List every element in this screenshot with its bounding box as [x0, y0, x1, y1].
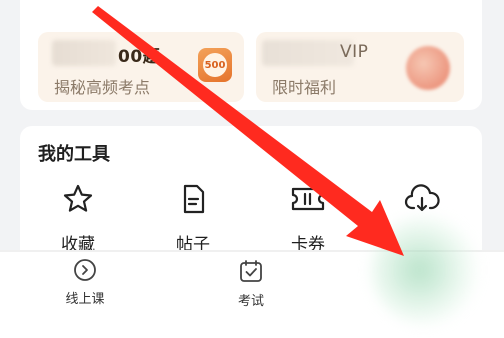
promo-subtitle: 揭秘高频考点 [54, 78, 151, 97]
nav-label: 考试 [237, 294, 264, 309]
500-badge-icon: 500 [198, 48, 232, 82]
cloud-download-icon [404, 184, 440, 212]
play-circle-icon [74, 259, 96, 281]
promo-subtitle: 限时福利 [272, 78, 337, 97]
star-icon [63, 184, 93, 212]
nav-online-course[interactable]: 线上课 [45, 258, 125, 307]
ticket-icon [291, 187, 325, 211]
tool-favorites[interactable]: 收藏 [38, 182, 118, 255]
badge-text: 500 [203, 53, 227, 77]
promo-title: 00题 [118, 47, 161, 67]
calendar-check-icon [240, 260, 262, 282]
redacted-blur [52, 40, 116, 66]
tool-posts[interactable]: 帖子 [153, 182, 233, 255]
nav-label: 线上课 [65, 292, 105, 307]
redacted-green-blur [370, 215, 480, 325]
vip-coin-icon [406, 46, 450, 90]
promo-title: VIP [340, 42, 369, 62]
tool-coupons[interactable]: 卡券 [268, 182, 348, 255]
nav-exam[interactable]: 考试 [211, 258, 291, 309]
section-title: 我的工具 [38, 144, 110, 165]
promo-question-bank[interactable]: 00题 揭秘高频考点 500 [38, 32, 244, 102]
document-icon [183, 184, 205, 214]
promo-vip[interactable]: VIP 限时福利 [256, 32, 464, 102]
